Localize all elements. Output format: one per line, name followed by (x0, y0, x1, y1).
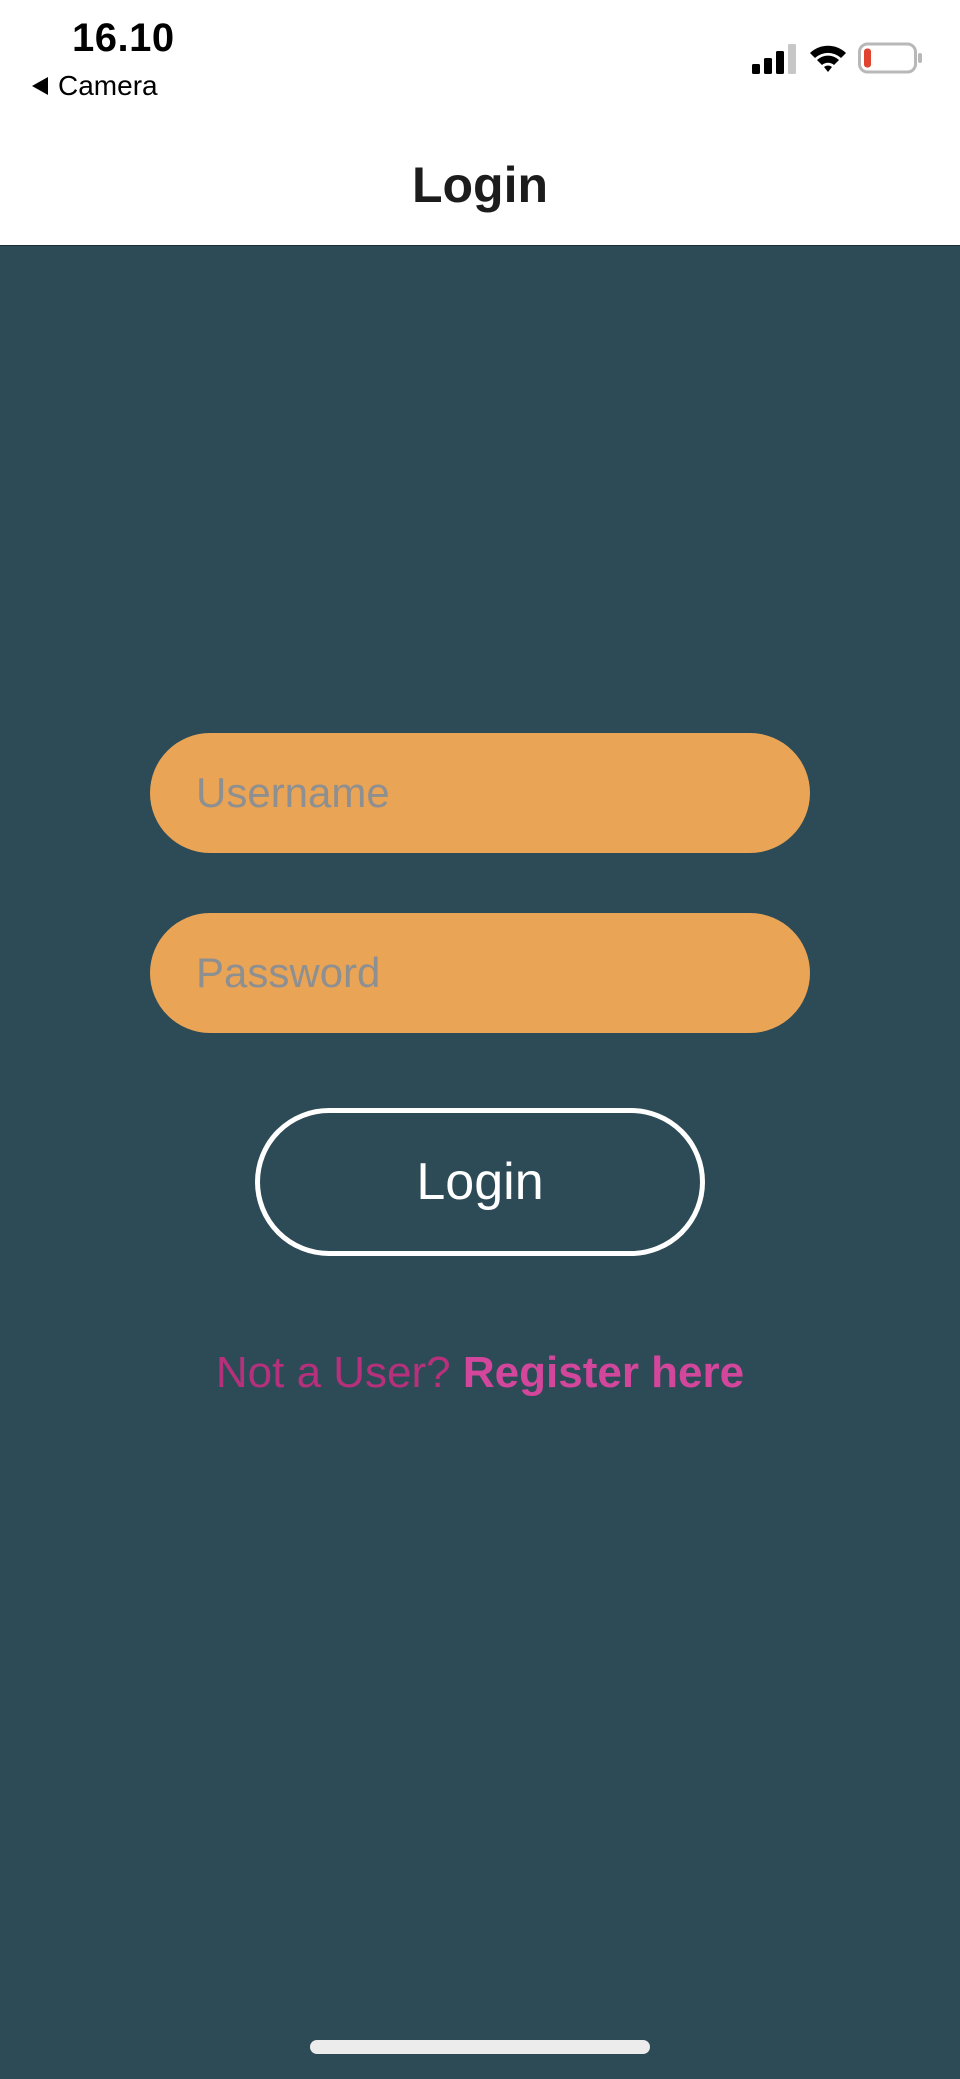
status-bar: 16.10 Camera (0, 0, 960, 130)
page-title: Login (411, 157, 549, 213)
register-prompt-text: Not a User? (215, 1348, 451, 1397)
login-button[interactable]: Login (255, 1108, 705, 1256)
wifi-icon (810, 45, 846, 72)
cellular-signal-icon (752, 44, 796, 74)
register-prompt-line: Not a User? Register here (0, 1348, 960, 1398)
home-indicator[interactable] (310, 2040, 650, 2054)
username-input[interactable] (150, 733, 810, 853)
password-input[interactable] (150, 913, 810, 1033)
navigation-bar: Login (0, 130, 960, 246)
register-link[interactable]: Register here (463, 1348, 744, 1397)
battery-low-icon (858, 42, 922, 74)
back-app-label: Camera (58, 70, 158, 101)
status-time: 16.10 (72, 16, 175, 60)
back-arrow-icon (32, 77, 48, 95)
back-to-app-link[interactable]: Camera (32, 70, 158, 102)
